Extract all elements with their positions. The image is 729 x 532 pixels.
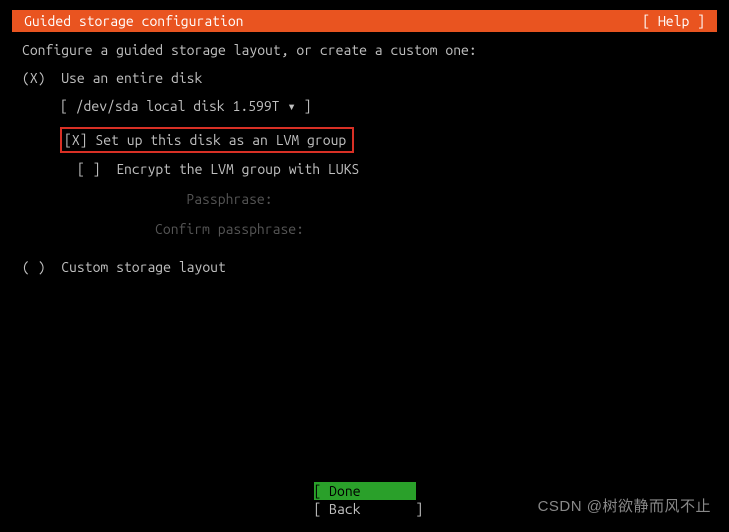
radio-marker: (X) bbox=[22, 70, 46, 86]
header-bar: Guided storage configuration [ Help ] bbox=[12, 10, 717, 32]
watermark-text: CSDN @树欲静而风不止 bbox=[538, 495, 711, 516]
back-button[interactable]: [ Back ] bbox=[314, 500, 416, 518]
option-label: Set up this disk as an LVM group bbox=[95, 132, 346, 148]
option-custom-layout[interactable]: ( ) Custom storage layout bbox=[22, 259, 707, 275]
content-area: Configure a guided storage layout, or cr… bbox=[12, 32, 717, 275]
option-label: Encrypt the LVM group with LUKS bbox=[116, 161, 359, 177]
option-label: Custom storage layout bbox=[61, 259, 226, 275]
option-label: Use an entire disk bbox=[61, 70, 202, 86]
help-button[interactable]: [ Help ] bbox=[642, 13, 707, 29]
checkbox-marker: [ ] bbox=[77, 161, 101, 177]
option-lvm-group[interactable]: [X] Set up this disk as an LVM group bbox=[60, 127, 354, 153]
disk-selector[interactable]: [ /dev/sda local disk 1.599T ▾ ] bbox=[60, 98, 707, 115]
option-entire-disk[interactable]: (X) Use an entire disk bbox=[22, 70, 707, 86]
confirm-passphrase-label: Confirm passphrase: bbox=[22, 221, 707, 237]
page-title: Guided storage configuration bbox=[22, 13, 244, 29]
option-encrypt-luks[interactable]: [ ] Encrypt the LVM group with LUKS bbox=[77, 161, 707, 177]
checkbox-marker: [X] bbox=[64, 132, 88, 148]
radio-marker: ( ) bbox=[22, 259, 46, 275]
installer-terminal: Guided storage configuration [ Help ] Co… bbox=[12, 10, 717, 522]
instruction-text: Configure a guided storage layout, or cr… bbox=[22, 42, 707, 58]
passphrase-label: Passphrase: bbox=[22, 191, 707, 207]
chevron-down-icon: ▾ bbox=[280, 98, 304, 114]
done-button[interactable]: [ Done ] bbox=[314, 482, 416, 500]
disk-value: /dev/sda local disk 1.599T bbox=[76, 98, 280, 114]
